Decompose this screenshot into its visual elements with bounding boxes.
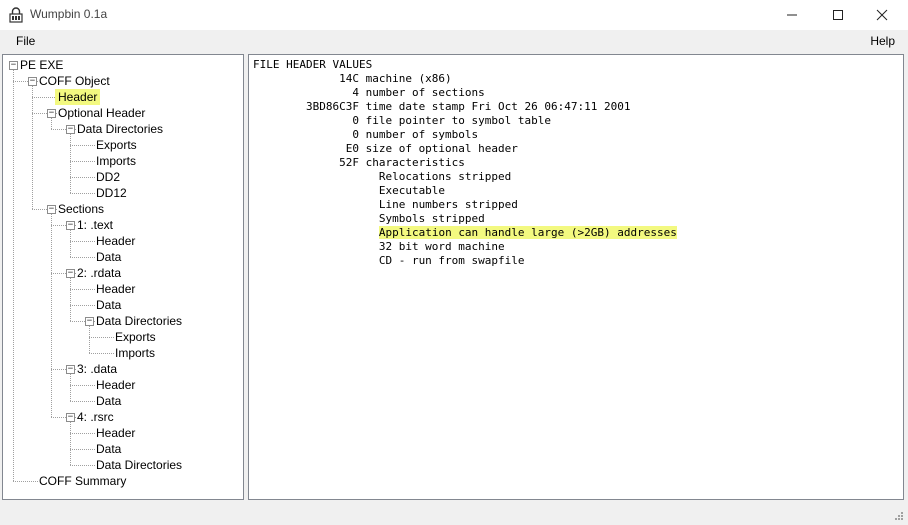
tree-connector-line bbox=[32, 81, 33, 209]
tree-connector-line bbox=[70, 145, 95, 146]
tree-connector-line bbox=[89, 337, 114, 338]
highlighted-text: Application can handle large (>2GB) addr… bbox=[378, 226, 677, 239]
maximize-button[interactable] bbox=[815, 0, 861, 30]
collapse-toggle-icon[interactable]: − bbox=[66, 221, 75, 230]
tree-connector-line bbox=[51, 209, 52, 417]
content-line: CD - run from swapfile bbox=[253, 254, 525, 267]
tree-node[interactable]: DD2 bbox=[96, 169, 120, 185]
tree-node[interactable]: Header bbox=[96, 281, 135, 297]
content-line: 3BD86C3F time date stamp Fri Oct 26 06:4… bbox=[253, 100, 631, 113]
collapse-toggle-icon[interactable]: − bbox=[66, 413, 75, 422]
minimize-icon bbox=[787, 14, 797, 16]
tree-node[interactable]: 1: .text bbox=[77, 217, 113, 233]
content-line: 14C machine (x86) bbox=[253, 72, 452, 85]
tree-node[interactable]: DD12 bbox=[96, 185, 127, 201]
tree-node[interactable]: Data bbox=[96, 297, 121, 313]
title-bar: Wumpbin 0.1a bbox=[0, 0, 908, 30]
menu-file[interactable]: File bbox=[16, 34, 35, 48]
menu-help[interactable]: Help bbox=[870, 34, 895, 48]
content-line: Line numbers stripped bbox=[253, 198, 518, 211]
tree-node[interactable]: PE EXE bbox=[20, 57, 63, 73]
collapse-toggle-icon[interactable]: − bbox=[66, 365, 75, 374]
content-line: 4 number of sections bbox=[253, 86, 485, 99]
tree-connector-line bbox=[13, 481, 38, 482]
content-line: 52F characteristics bbox=[253, 156, 465, 169]
tree-node[interactable]: 2: .rdata bbox=[77, 265, 121, 281]
file-header-values-pane[interactable]: FILE HEADER VALUES 14C machine (x86) 4 n… bbox=[248, 54, 904, 500]
tree-node[interactable]: Imports bbox=[115, 345, 155, 361]
content-line: Executable bbox=[253, 184, 446, 197]
tree-node[interactable]: Data bbox=[96, 249, 121, 265]
collapse-toggle-icon[interactable]: − bbox=[66, 125, 75, 134]
tree-node[interactable]: Header bbox=[55, 89, 101, 105]
content-line: Symbols stripped bbox=[253, 212, 485, 225]
content-line: Relocations stripped bbox=[253, 170, 512, 183]
tree-node[interactable]: Data Directories bbox=[77, 121, 163, 137]
collapse-toggle-icon[interactable]: − bbox=[28, 77, 37, 86]
tree-node[interactable]: Header bbox=[96, 425, 135, 441]
tree-node[interactable]: 3: .data bbox=[77, 361, 117, 377]
tree-connector-line bbox=[70, 193, 95, 194]
tree-node[interactable]: Data Directories bbox=[96, 313, 182, 329]
tree-connector-line bbox=[70, 417, 71, 465]
tree-connector-line bbox=[70, 273, 71, 321]
tree-node[interactable]: Exports bbox=[115, 329, 156, 345]
collapse-toggle-icon[interactable]: − bbox=[9, 61, 18, 70]
tree-connector-line bbox=[70, 177, 95, 178]
tree-node[interactable]: Exports bbox=[96, 137, 137, 153]
maximize-icon bbox=[833, 10, 843, 20]
content-line: 32 bit word machine bbox=[253, 240, 505, 253]
tree-connector-line bbox=[32, 97, 57, 98]
collapse-toggle-icon[interactable]: − bbox=[66, 269, 75, 278]
menu-bar: File Help bbox=[0, 30, 908, 52]
tree-connector-line bbox=[70, 385, 95, 386]
collapse-toggle-icon[interactable]: − bbox=[85, 317, 94, 326]
tree-connector-line bbox=[89, 353, 114, 354]
tree-node[interactable]: Data bbox=[96, 393, 121, 409]
content-line: 0 file pointer to symbol table bbox=[253, 114, 552, 127]
tree-node[interactable]: Data Directories bbox=[96, 457, 182, 473]
tree-node[interactable]: Header bbox=[96, 377, 135, 393]
tree-node[interactable]: Optional Header bbox=[58, 105, 145, 121]
tree-connector-line bbox=[70, 257, 95, 258]
tree-node[interactable]: Imports bbox=[96, 153, 136, 169]
collapse-toggle-icon[interactable]: − bbox=[47, 109, 56, 118]
status-bar bbox=[0, 500, 908, 525]
resize-grip-icon[interactable] bbox=[892, 509, 904, 521]
tree-connector-line bbox=[70, 449, 95, 450]
tree-node[interactable]: 4: .rsrc bbox=[77, 409, 114, 425]
tree-connector-line bbox=[70, 241, 95, 242]
content-line: 0 number of symbols bbox=[253, 128, 479, 141]
tree-node[interactable]: Sections bbox=[58, 201, 104, 217]
content-line: FILE HEADER VALUES bbox=[253, 58, 373, 71]
tree-connector-line bbox=[13, 65, 14, 481]
window-title: Wumpbin 0.1a bbox=[30, 7, 108, 21]
tree-node[interactable]: COFF Object bbox=[39, 73, 110, 89]
tree-node[interactable]: Header bbox=[96, 233, 135, 249]
close-button[interactable] bbox=[859, 0, 905, 30]
tree-connector-line bbox=[70, 465, 95, 466]
tree-view[interactable]: − PE EXE − COFF Object Header − Optional Heade… bbox=[2, 54, 244, 500]
tree-connector-line bbox=[70, 433, 95, 434]
tree-connector-line bbox=[70, 305, 95, 306]
tree-connector-line bbox=[70, 161, 95, 162]
tree-connector-line bbox=[70, 401, 95, 402]
minimize-button[interactable] bbox=[769, 0, 815, 30]
content-line: Application can handle large (>2GB) addr… bbox=[253, 226, 677, 240]
tree-connector-line bbox=[70, 289, 95, 290]
tree-node[interactable]: Data bbox=[96, 441, 121, 457]
content-line: E0 size of optional header bbox=[253, 142, 518, 155]
collapse-toggle-icon[interactable]: − bbox=[47, 205, 56, 214]
close-icon bbox=[876, 9, 888, 21]
tree-node[interactable]: COFF Summary bbox=[39, 473, 126, 489]
lock-icon bbox=[8, 7, 24, 23]
